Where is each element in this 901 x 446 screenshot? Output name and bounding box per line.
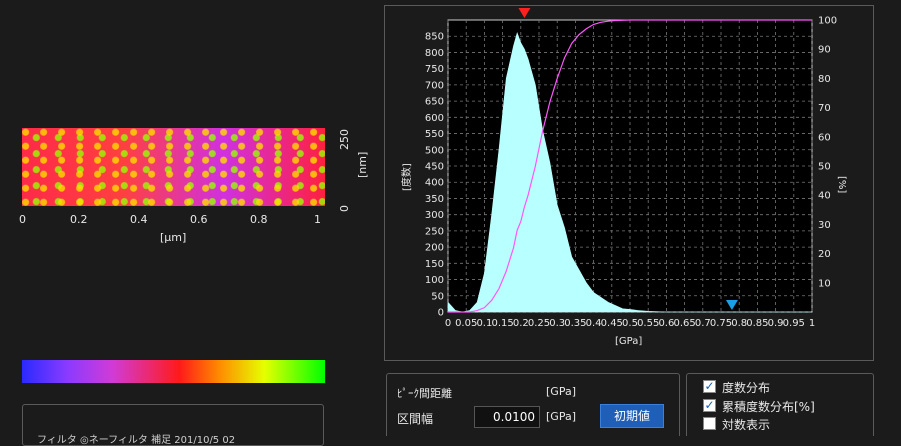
cumulative-checkbox[interactable]: ✓ <box>703 399 716 412</box>
x-tick-label: 0.75 <box>710 318 732 329</box>
freq-checkbox[interactable]: ✓ <box>703 380 716 393</box>
log-checkbox[interactable] <box>703 417 716 430</box>
y-tick-label: 150 <box>425 259 444 270</box>
y-tick-label: 650 <box>425 97 444 108</box>
x-tick-label: 0.6 <box>658 318 674 329</box>
interval-input[interactable]: 0.0100 <box>474 406 540 428</box>
x-tick-label: 0.35 <box>564 318 586 329</box>
y2-tick-label: 90 <box>818 45 831 56</box>
x-tick-label: 0.25 <box>528 318 550 329</box>
x-tick-label: 0 <box>445 318 451 329</box>
x-tick-label: 0.65 <box>673 318 695 329</box>
y-tick-label: 300 <box>425 210 444 221</box>
left-panel: 250 0 [nm] 0 0.2 0.4 0.6 0.8 1 [μm] フィルタ… <box>0 0 378 446</box>
x-tick-label: 0.95 <box>783 318 805 329</box>
interval-unit: [GPa] <box>546 410 576 423</box>
y2-tick-label: 20 <box>818 249 831 260</box>
info-box: フィルタ ◎ネーフィルタ 補足 201/10/5 02 <box>22 404 324 446</box>
x-tick-label: 0.3 <box>549 318 565 329</box>
map-x-tick: 0.2 <box>70 213 88 226</box>
map-x-tick: 0.8 <box>250 213 268 226</box>
x-tick-label: 0.85 <box>746 318 768 329</box>
peak-marker-red <box>518 8 531 18</box>
x-tick-label: 0.45 <box>601 318 623 329</box>
y2-tick-label: 60 <box>818 132 831 143</box>
y2-tick-label: 80 <box>818 74 831 85</box>
x-tick-label: 1 <box>809 318 815 329</box>
x-tick-label: 0.55 <box>637 318 659 329</box>
left-axis-label: [度数] <box>402 163 413 191</box>
cumulative-label: 累積度数分布[%] <box>722 400 815 414</box>
y-tick-label: 250 <box>425 226 444 237</box>
x-tick-label: 0.1 <box>476 318 492 329</box>
map-x-tick: 0.6 <box>190 213 208 226</box>
map-y-tick-bottom: 0 <box>338 205 351 212</box>
x-tick-label: 0.15 <box>491 318 513 329</box>
y-tick-label: 450 <box>425 162 444 173</box>
x-tick-label: 0.5 <box>622 318 638 329</box>
y2-tick-label: 40 <box>818 191 831 202</box>
y-tick-label: 500 <box>425 145 444 156</box>
y2-tick-label: 50 <box>818 162 831 173</box>
y-tick-label: 850 <box>425 32 444 43</box>
y-tick-label: 50 <box>431 291 444 302</box>
y2-tick-label: 70 <box>818 103 831 114</box>
x-tick-label: 0.9 <box>768 318 784 329</box>
y-tick-label: 800 <box>425 48 444 59</box>
histogram-chart: 0 0.05 0.1 0.15 0.2 0.25 0.3 0.35 0.4 0.45 0.5 0.55… <box>425 8 837 329</box>
log-label: 対数表示 <box>722 418 771 432</box>
reset-button[interactable]: 初期値 <box>600 404 664 428</box>
x-tick-label: 0.8 <box>731 318 747 329</box>
afm-map-image <box>22 128 325 206</box>
map-y-unit: [nm] <box>356 151 369 178</box>
map-x-unit: [μm] <box>160 231 187 244</box>
map-x-tick: 0.4 <box>130 213 148 226</box>
y2-tick-label: 10 <box>818 278 831 289</box>
y-tick-label: 100 <box>425 275 444 286</box>
y-tick-label: 550 <box>425 129 444 140</box>
color-scale-bar <box>22 360 325 383</box>
y2-tick-label: 100 <box>818 16 837 27</box>
map-x-tick: 0 <box>19 213 26 226</box>
freq-label: 度数分布 <box>722 381 771 395</box>
y-tick-label: 600 <box>425 113 444 124</box>
y-tick-label: 0 <box>438 308 444 319</box>
peak-distance-label: ﾋﾟｰｸ間距離 <box>397 387 452 400</box>
y-tick-label: 750 <box>425 64 444 75</box>
right-axis-label: [%] <box>836 176 847 194</box>
controls-panel: ﾋﾟｰｸ間距離 [GPa] 区間幅 0.0100 [GPa] 初期値 <box>386 373 680 436</box>
map-x-tick: 1 <box>314 213 321 226</box>
x-tick-label: 0.4 <box>586 318 602 329</box>
y-tick-label: 350 <box>425 194 444 205</box>
y2-tick-label: 30 <box>818 220 831 231</box>
map-y-tick-top: 250 <box>338 129 351 150</box>
x-tick-label: 0.2 <box>513 318 529 329</box>
interval-label: 区間幅 <box>397 412 434 426</box>
peak-distance-unit: [GPa] <box>546 385 576 398</box>
y-tick-label: 200 <box>425 243 444 254</box>
x-tick-label: 0.7 <box>695 318 711 329</box>
y-tick-label: 700 <box>425 80 444 91</box>
x-tick-label: 0.05 <box>455 318 477 329</box>
histogram-panel: 0 0.05 0.1 0.15 0.2 0.25 0.3 0.35 0.4 0.45 0.5 0.55… <box>384 5 874 361</box>
y-tick-label: 400 <box>425 178 444 189</box>
options-panel: ✓ 度数分布 ✓ 累積度数分布[%] 対数表示 <box>686 373 874 436</box>
info-text: フィルタ ◎ネーフィルタ 補足 201/10/5 02 <box>37 435 236 446</box>
x-axis-unit: [GPa] <box>615 336 643 347</box>
